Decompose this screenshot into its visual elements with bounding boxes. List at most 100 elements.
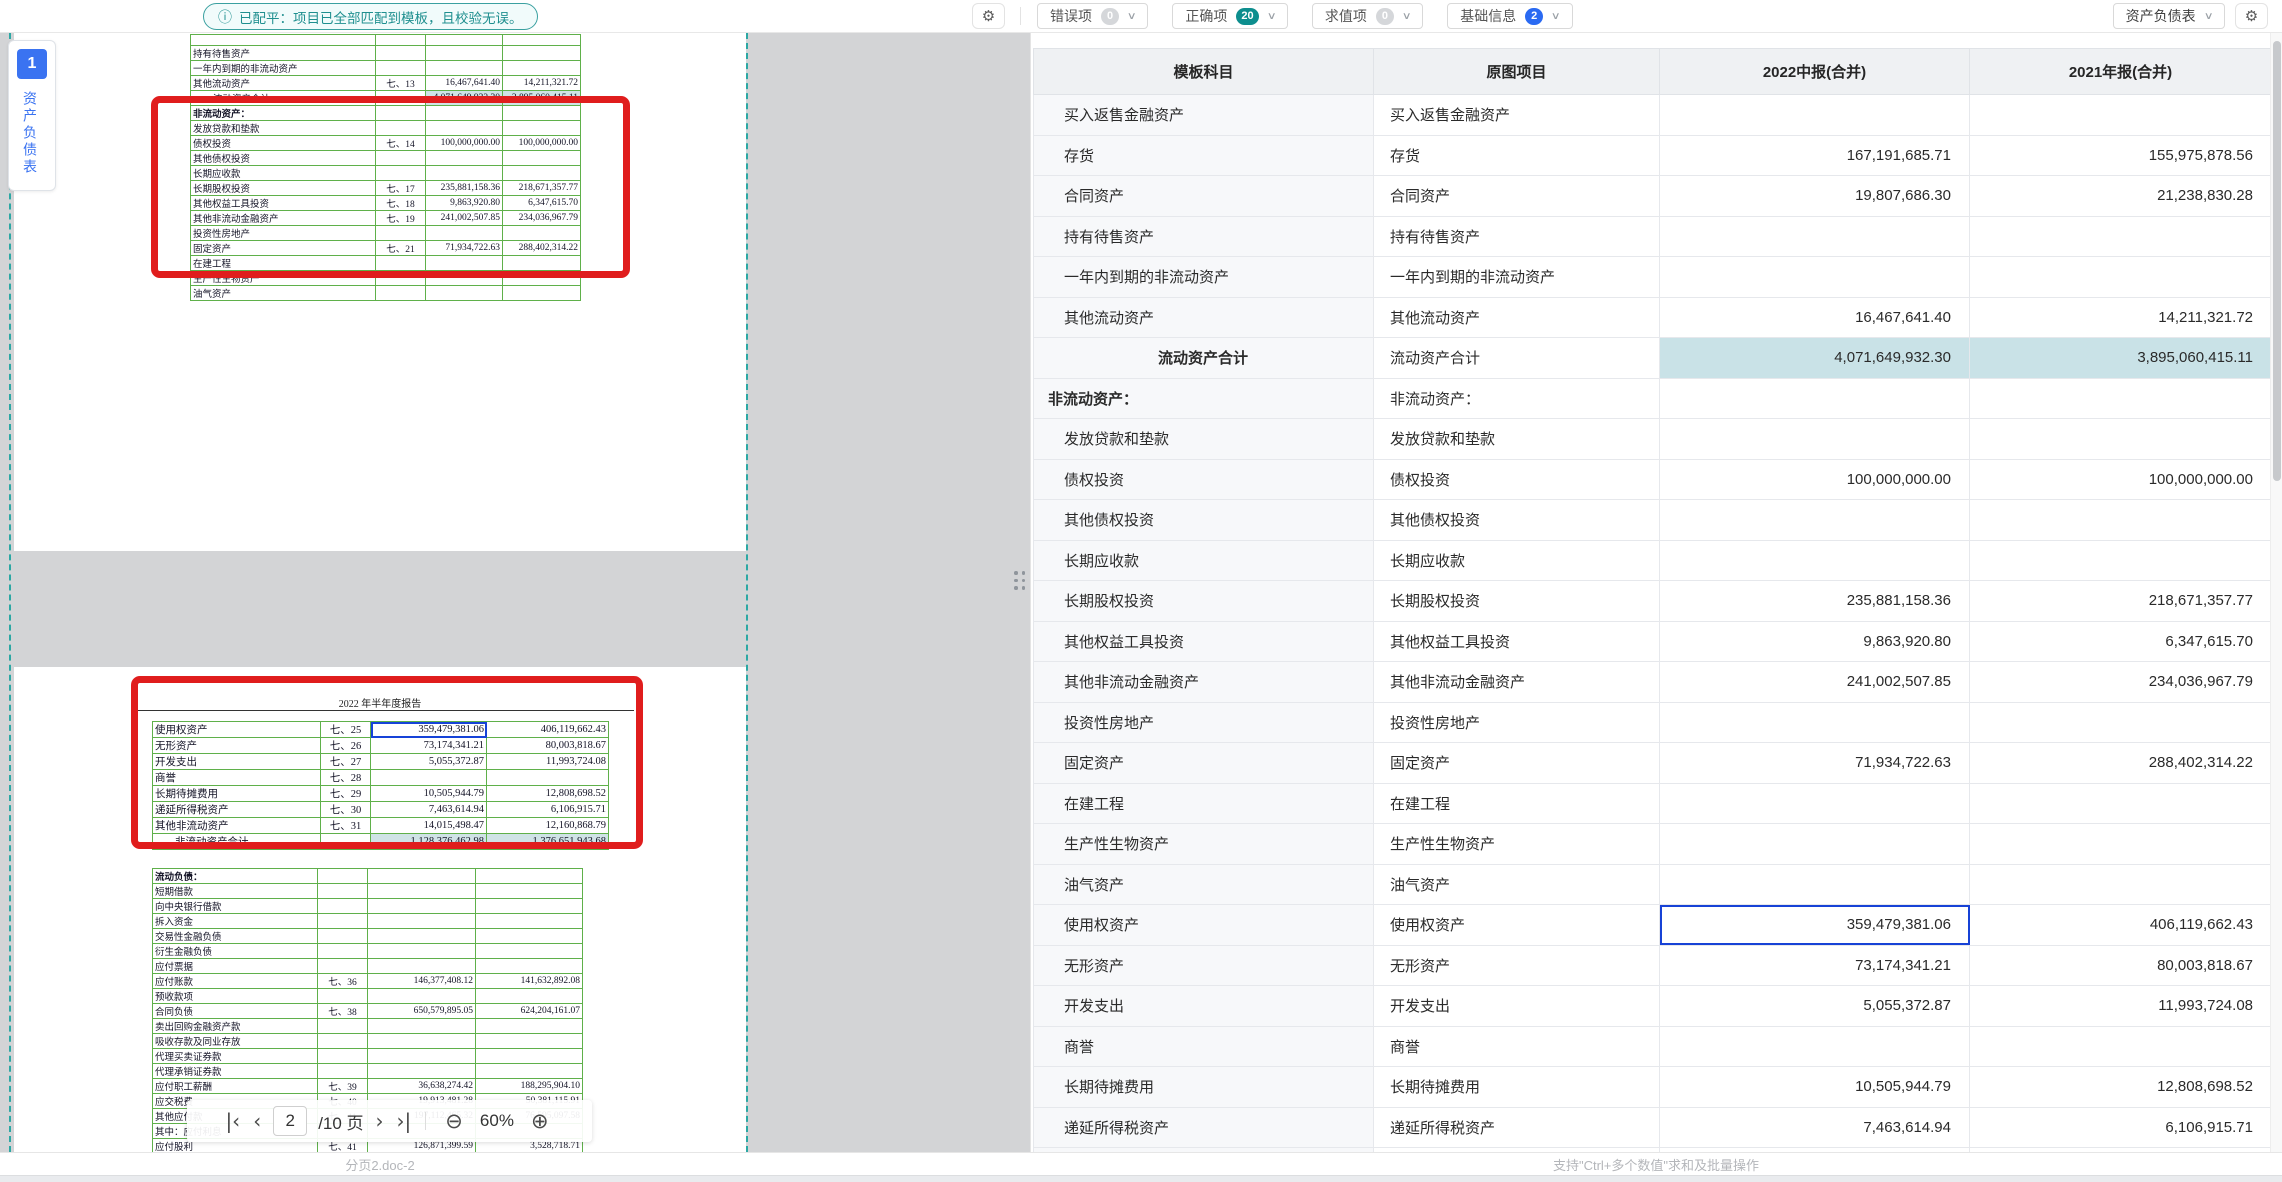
value-2022-cell[interactable] <box>1660 540 1970 581</box>
value-2021-cell[interactable]: 218,671,357.77 <box>1970 581 2272 622</box>
template-item-cell[interactable]: 长期应收款 <box>1034 540 1374 581</box>
last-page-button[interactable]: ›| <box>396 1111 413 1131</box>
source-item-cell[interactable]: 无形资产 <box>1374 945 1660 986</box>
value-2021-cell[interactable] <box>1970 257 2272 298</box>
value-2022-cell[interactable] <box>1660 824 1970 865</box>
value-2022-cell[interactable]: 4,071,649,932.30 <box>1660 338 1970 379</box>
value-2022-cell[interactable] <box>1660 257 1970 298</box>
value-2022-cell[interactable]: 10,505,944.79 <box>1660 1067 1970 1108</box>
value-2022-cell[interactable]: 7,463,614.94 <box>1660 1107 1970 1148</box>
value-2021-cell[interactable] <box>1970 500 2272 541</box>
template-item-cell[interactable]: 其他非流动金融资产 <box>1034 662 1374 703</box>
template-item-cell[interactable]: 其他债权投资 <box>1034 500 1374 541</box>
value-2022-cell[interactable] <box>1660 1026 1970 1067</box>
template-item-cell[interactable]: 其他权益工具投资 <box>1034 621 1374 662</box>
source-item-cell[interactable]: 非流动资产： <box>1374 378 1660 419</box>
template-item-cell[interactable]: 其他流动资产 <box>1034 297 1374 338</box>
panel-drag-handle[interactable] <box>1014 571 1025 590</box>
source-item-cell[interactable]: 生产性生物资产 <box>1374 824 1660 865</box>
prev-page-button[interactable]: ‹ <box>252 1111 262 1131</box>
value-2021-cell[interactable]: 12,808,698.52 <box>1970 1067 2272 1108</box>
source-item-cell[interactable]: 投资性房地产 <box>1374 702 1660 743</box>
value-2021-cell[interactable]: 100,000,000.00 <box>1970 459 2272 500</box>
template-config-button[interactable]: ⚙ <box>972 3 1005 29</box>
zoom-out-button[interactable]: ⊖ <box>439 1110 469 1133</box>
template-item-cell[interactable]: 存货 <box>1034 135 1374 176</box>
sheet-selector[interactable]: 资产负债表 ∨ <box>2113 3 2225 29</box>
template-item-cell[interactable]: 生产性生物资产 <box>1034 824 1374 865</box>
template-item-cell[interactable]: 买入返售金融资产 <box>1034 95 1374 136</box>
value-2021-cell[interactable]: 3,895,060,415.11 <box>1970 338 2272 379</box>
scrollbar-thumb[interactable] <box>2273 41 2281 481</box>
value-2021-cell[interactable]: 406,119,662.43 <box>1970 905 2272 946</box>
template-item-cell[interactable]: 递延所得税资产 <box>1034 1107 1374 1148</box>
value-2021-cell[interactable]: 14,211,321.72 <box>1970 297 2272 338</box>
filter-evaluated-items[interactable]: 求值项 0 ∨ <box>1312 3 1423 29</box>
source-item-cell[interactable]: 在建工程 <box>1374 783 1660 824</box>
value-2021-cell[interactable] <box>1970 95 2272 136</box>
template-item-cell[interactable]: 债权投资 <box>1034 459 1374 500</box>
source-item-cell[interactable]: 递延所得税资产 <box>1374 1107 1660 1148</box>
value-2022-cell[interactable] <box>1660 419 1970 460</box>
template-item-cell[interactable]: 流动资产合计 <box>1034 338 1374 379</box>
source-item-cell[interactable]: 其他流动资产 <box>1374 297 1660 338</box>
template-item-cell[interactable]: 合同资产 <box>1034 176 1374 217</box>
value-2021-cell[interactable]: 234,036,967.79 <box>1970 662 2272 703</box>
filter-basic-info[interactable]: 基础信息 2 ∨ <box>1447 3 1572 29</box>
template-item-cell[interactable]: 使用权资产 <box>1034 905 1374 946</box>
value-2022-cell[interactable] <box>1660 216 1970 257</box>
value-2022-cell[interactable]: 359,479,381.06 <box>1660 905 1970 946</box>
value-2022-cell[interactable]: 16,467,641.40 <box>1660 297 1970 338</box>
template-item-cell[interactable]: 油气资产 <box>1034 864 1374 905</box>
scrollbar[interactable] <box>2270 33 2282 1152</box>
value-2021-cell[interactable] <box>1970 824 2272 865</box>
source-item-cell[interactable]: 存货 <box>1374 135 1660 176</box>
template-item-cell[interactable]: 在建工程 <box>1034 783 1374 824</box>
filter-correct-items[interactable]: 正确项 20 ∨ <box>1172 3 1288 29</box>
settings-button[interactable]: ⚙ <box>2235 3 2268 29</box>
value-2021-cell[interactable] <box>1970 419 2272 460</box>
value-2021-cell[interactable] <box>1970 702 2272 743</box>
template-item-cell[interactable]: 非流动资产： <box>1034 378 1374 419</box>
template-item-cell[interactable]: 开发支出 <box>1034 986 1374 1027</box>
value-2022-cell[interactable]: 5,055,372.87 <box>1660 986 1970 1027</box>
template-item-cell[interactable]: 商誉 <box>1034 1026 1374 1067</box>
source-item-cell[interactable]: 流动资产合计 <box>1374 338 1660 379</box>
source-item-cell[interactable]: 一年内到期的非流动资产 <box>1374 257 1660 298</box>
value-2022-cell[interactable] <box>1660 95 1970 136</box>
value-2021-cell[interactable] <box>1970 216 2272 257</box>
template-item-cell[interactable]: 固定资产 <box>1034 743 1374 784</box>
template-item-cell[interactable]: 无形资产 <box>1034 945 1374 986</box>
source-item-cell[interactable]: 长期应收款 <box>1374 540 1660 581</box>
first-page-button[interactable]: |‹ <box>224 1111 241 1131</box>
value-2021-cell[interactable] <box>1970 378 2272 419</box>
source-item-cell[interactable]: 其他权益工具投资 <box>1374 621 1660 662</box>
source-item-cell[interactable]: 其他债权投资 <box>1374 500 1660 541</box>
next-page-button[interactable]: › <box>375 1111 385 1131</box>
sheet-tab[interactable]: 1 资产负债表 <box>8 40 56 191</box>
source-item-cell[interactable]: 商誉 <box>1374 1026 1660 1067</box>
value-2022-cell[interactable]: 9,863,920.80 <box>1660 621 1970 662</box>
source-item-cell[interactable]: 其他非流动金融资产 <box>1374 662 1660 703</box>
source-item-cell[interactable]: 发放贷款和垫款 <box>1374 419 1660 460</box>
value-2022-cell[interactable]: 19,807,686.30 <box>1660 176 1970 217</box>
source-item-cell[interactable]: 使用权资产 <box>1374 905 1660 946</box>
filter-error-items[interactable]: 错误项 0 ∨ <box>1037 3 1148 29</box>
source-item-cell[interactable]: 长期待摊费用 <box>1374 1067 1660 1108</box>
template-item-cell[interactable]: 持有待售资产 <box>1034 216 1374 257</box>
value-2022-cell[interactable] <box>1660 783 1970 824</box>
value-2021-cell[interactable] <box>1970 783 2272 824</box>
source-item-cell[interactable]: 合同资产 <box>1374 176 1660 217</box>
value-2021-cell[interactable]: 21,238,830.28 <box>1970 176 2272 217</box>
template-item-cell[interactable]: 投资性房地产 <box>1034 702 1374 743</box>
value-2022-cell[interactable]: 241,002,507.85 <box>1660 662 1970 703</box>
zoom-in-button[interactable]: ⊕ <box>525 1110 555 1133</box>
value-2021-cell[interactable]: 6,347,615.70 <box>1970 621 2272 662</box>
value-2022-cell[interactable] <box>1660 500 1970 541</box>
template-item-cell[interactable]: 长期股权投资 <box>1034 581 1374 622</box>
source-item-cell[interactable]: 买入返售金融资产 <box>1374 95 1660 136</box>
template-item-cell[interactable]: 长期待摊费用 <box>1034 1067 1374 1108</box>
source-item-cell[interactable]: 长期股权投资 <box>1374 581 1660 622</box>
template-item-cell[interactable]: 一年内到期的非流动资产 <box>1034 257 1374 298</box>
value-2021-cell[interactable]: 288,402,314.22 <box>1970 743 2272 784</box>
